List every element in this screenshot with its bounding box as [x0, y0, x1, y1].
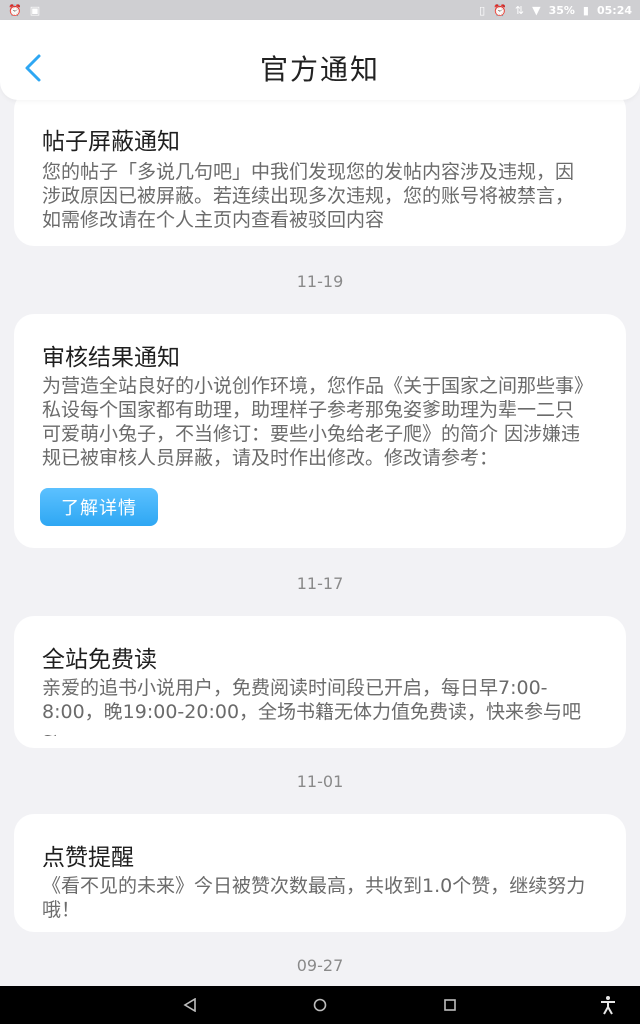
- date-label: 11-17: [296, 574, 344, 593]
- data-arrows-icon: ⇅: [514, 3, 525, 17]
- status-bar: ⏰ ▣ ▯ ⏰ ⇅ ▼ 35% ▮ 05:24: [0, 0, 640, 20]
- wifi-icon: ▼: [532, 3, 541, 17]
- system-navigation-bar: [0, 986, 640, 1024]
- vibrate-icon: ▯: [479, 3, 486, 17]
- header-bar: 官方通知: [0, 20, 640, 100]
- gallery-icon: ▣: [29, 3, 41, 17]
- accessibility-icon: [601, 996, 615, 1015]
- notification-title: 帖子屏蔽通知: [42, 129, 180, 155]
- alarm-icon: ⏰: [493, 3, 507, 17]
- alarm-icon: ⏰: [8, 3, 22, 17]
- nav-back-button[interactable]: [180, 995, 200, 1015]
- triangle-back-icon: [183, 998, 196, 1012]
- nav-home-button[interactable]: [310, 995, 330, 1015]
- page-title: 官方通知: [259, 53, 380, 86]
- date-label: 11-01: [296, 772, 344, 791]
- date-label: 11-19: [296, 272, 344, 291]
- square-recents-icon: [444, 999, 456, 1011]
- notification-body: 您的帖子「多说几句吧」中我们发现您的发帖内容涉及违规，因涉政原因已被屏蔽。若连续…: [42, 161, 575, 231]
- battery-icon: ▮: [582, 3, 589, 17]
- notification-title: 点赞提醒: [42, 845, 134, 871]
- battery-percent: 35%: [548, 3, 575, 17]
- notification-body: 为营造全站良好的小说创作环境，您作品《关于国家之间那些事》私设每个国家都有助理，…: [42, 375, 584, 469]
- date-label: 09-27: [296, 956, 344, 975]
- clock: 05:24: [596, 3, 632, 17]
- notification-title: 审核结果通知: [42, 345, 180, 371]
- notification-card[interactable]: 全站免费读 亲爱的追书小说用户，免费阅读时间段已开启，每日早7:00-8:00，…: [14, 616, 626, 748]
- notification-card[interactable]: 点赞提醒 《看不见的未来》今日被赞次数最高，共收到1.0个赞，继续努力哦！: [14, 814, 626, 932]
- notification-body: 亲爱的追书小说用户，免费阅读时间段已开启，每日早7:00-8:00，晚19:00…: [42, 677, 582, 736]
- circle-home-icon: [313, 998, 327, 1012]
- notification-list[interactable]: 帖子屏蔽通知 您的帖子「多说几句吧」中我们发现您的发帖内容涉及违规，因涉政原因已…: [0, 90, 640, 986]
- notification-card[interactable]: 帖子屏蔽通知 您的帖子「多说几句吧」中我们发现您的发帖内容涉及违规，因涉政原因已…: [14, 90, 626, 246]
- notification-card[interactable]: 审核结果通知 为营造全站良好的小说创作环境，您作品《关于国家之间那些事》私设每个…: [14, 314, 626, 548]
- notification-title: 全站免费读: [42, 647, 157, 673]
- notification-body: 《看不见的未来》今日被赞次数最高，共收到1.0个赞，继续努力哦！: [42, 875, 586, 921]
- nav-recents-button[interactable]: [440, 995, 460, 1015]
- accessibility-button[interactable]: [600, 995, 616, 1019]
- learn-more-button[interactable]: 了解详情: [40, 488, 158, 526]
